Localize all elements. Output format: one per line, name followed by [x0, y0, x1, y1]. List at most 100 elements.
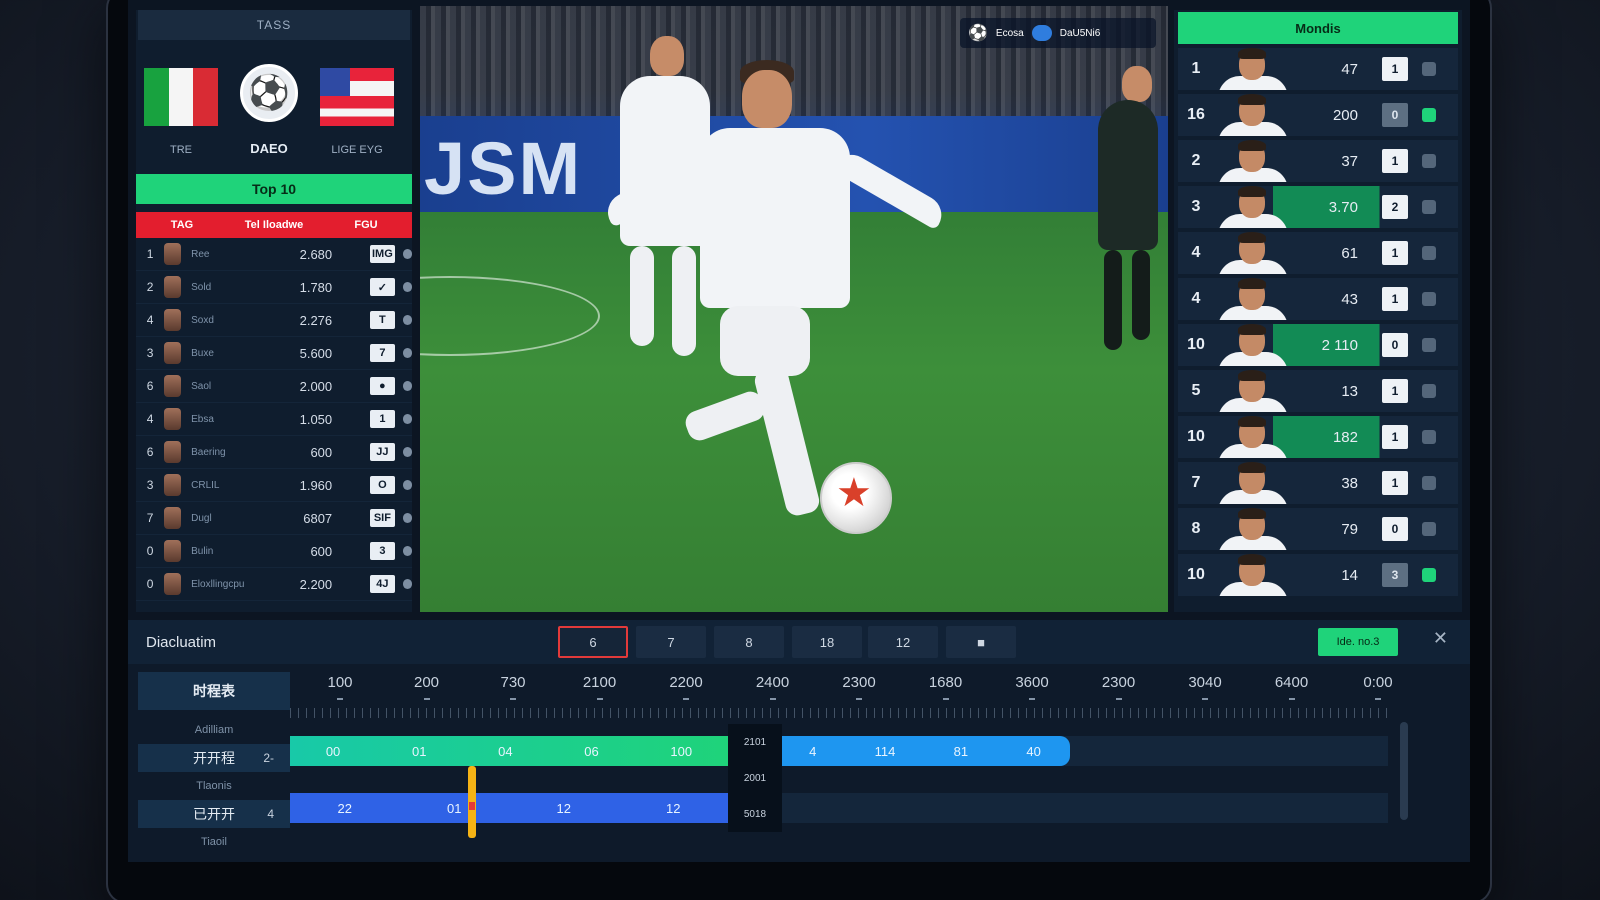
- track-lane[interactable]: 00 01 04 06 100 4 114 81 40: [290, 736, 1388, 766]
- col-header[interactable]: TAG: [136, 219, 228, 231]
- player-number: 7: [1191, 474, 1201, 491]
- player-badge[interactable]: 1: [1382, 57, 1408, 81]
- close-icon[interactable]: ✕: [1433, 628, 1448, 649]
- player-row[interactable]: 5 13 1: [1178, 370, 1458, 412]
- track-lane[interactable]: 22 01 12 12: [290, 793, 1388, 823]
- player-row[interactable]: 10 2 110 0: [1178, 324, 1458, 366]
- segment-label: 01: [447, 800, 462, 816]
- row-name: Bulin: [191, 545, 214, 557]
- player-status-icon[interactable]: [1422, 522, 1436, 536]
- ruler-label: 3040: [1188, 674, 1222, 691]
- track-label: Adilliam: [194, 724, 234, 736]
- row-badge[interactable]: O: [370, 476, 395, 494]
- row-badge[interactable]: 1: [370, 410, 395, 428]
- player-row[interactable]: 10 182 1: [1178, 416, 1458, 458]
- row-badge[interactable]: ✓: [370, 278, 395, 296]
- match-video[interactable]: JSM ⚽ Ecosa DaU5: [420, 6, 1168, 612]
- timeline-action-button[interactable]: Ide. no.3: [1318, 628, 1398, 656]
- player-row[interactable]: 1 47 1: [1178, 48, 1458, 90]
- status-dot-icon: [402, 249, 412, 259]
- player-row[interactable]: 10 14 3: [1178, 554, 1458, 596]
- table-row[interactable]: 6 Baering 600 JJ: [136, 436, 412, 469]
- row-rank: 0: [146, 577, 154, 591]
- player-status-icon[interactable]: [1422, 154, 1436, 168]
- top-10-button[interactable]: Top 10: [136, 174, 412, 204]
- right-panel-header[interactable]: Mondis: [1178, 12, 1458, 44]
- ruler-tick: [510, 698, 516, 700]
- player-status-icon[interactable]: [1422, 568, 1436, 582]
- tab-6[interactable]: 6: [558, 626, 628, 658]
- clip-segment-blue[interactable]: 4 114 81 40: [780, 736, 1070, 766]
- segment-label: 01: [411, 743, 427, 759]
- player-row[interactable]: 8 79 0: [1178, 508, 1458, 550]
- track-label-active[interactable]: 开开程 2-: [138, 744, 290, 772]
- player-badge[interactable]: 1: [1382, 287, 1408, 311]
- table-row[interactable]: 6 Saol 2.000 ●: [136, 370, 412, 403]
- player-badge[interactable]: 1: [1382, 149, 1408, 173]
- player-photo: [1214, 416, 1292, 458]
- player-badge[interactable]: 1: [1382, 241, 1408, 265]
- player-value: 38: [1341, 474, 1358, 492]
- row-badge[interactable]: JJ: [370, 443, 395, 461]
- tab-8[interactable]: 8: [714, 626, 784, 658]
- player-status-icon[interactable]: [1422, 338, 1436, 352]
- hud-right-label: DaU5Ni6: [1059, 27, 1101, 39]
- player-status-icon[interactable]: [1422, 384, 1436, 398]
- tab-18[interactable]: 18: [792, 626, 862, 658]
- row-badge[interactable]: IMG: [370, 245, 395, 263]
- player-badge[interactable]: 1: [1382, 471, 1408, 495]
- row-badge[interactable]: T: [370, 311, 395, 329]
- tab-stop[interactable]: ■: [946, 626, 1016, 658]
- left-panel: TASS ⚽ TRE DAEO LIGE EYG Top 10 TAG Tel …: [136, 10, 412, 612]
- player-row[interactable]: 4 43 1: [1178, 278, 1458, 320]
- player-status-icon[interactable]: [1422, 200, 1436, 214]
- col-header[interactable]: FGU: [320, 219, 412, 231]
- player-status-icon[interactable]: [1422, 430, 1436, 444]
- tab-12[interactable]: 12: [868, 626, 938, 658]
- segment-label: 81: [953, 743, 969, 759]
- row-badge[interactable]: 7: [370, 344, 395, 362]
- segment-label: 114: [874, 743, 896, 759]
- player-row[interactable]: 4 61 1: [1178, 232, 1458, 274]
- player-status-icon[interactable]: [1422, 292, 1436, 306]
- tab-7[interactable]: 7: [636, 626, 706, 658]
- table-row[interactable]: 1 Ree 2.680 IMG: [136, 238, 412, 271]
- player-status-icon[interactable]: [1422, 62, 1436, 76]
- player-badge[interactable]: 3: [1382, 563, 1408, 587]
- track-label-text: 已开开: [193, 806, 235, 822]
- player-row[interactable]: 7 38 1: [1178, 462, 1458, 504]
- player-badge[interactable]: 2: [1382, 195, 1408, 219]
- timeline-scrollbar[interactable]: [1400, 722, 1408, 820]
- player-status-icon[interactable]: [1422, 246, 1436, 260]
- player-status-icon[interactable]: [1422, 108, 1436, 122]
- row-badge[interactable]: SIF: [370, 509, 395, 527]
- table-row[interactable]: 3 Buxe 5.600 7: [136, 337, 412, 370]
- player-badge[interactable]: 0: [1382, 333, 1408, 357]
- col-header[interactable]: Tel Iloadwe: [228, 219, 320, 231]
- table-row[interactable]: 3 CRLIL 1.960 O: [136, 469, 412, 502]
- clip-segment-indigo[interactable]: 22 01 12 12: [290, 793, 728, 823]
- player-row[interactable]: 3 3.70 2: [1178, 186, 1458, 228]
- row-badge[interactable]: ●: [370, 377, 395, 395]
- player-status-icon[interactable]: [1422, 476, 1436, 490]
- table-row[interactable]: 2 Sold 1.780 ✓: [136, 271, 412, 304]
- table-row[interactable]: 4 Ebsa 1.050 1: [136, 403, 412, 436]
- table-row[interactable]: 4 Soxd 2.276 T: [136, 304, 412, 337]
- player-badge[interactable]: 0: [1382, 103, 1408, 127]
- playhead-handle[interactable]: [468, 766, 476, 838]
- popup-value: 2001: [743, 772, 767, 784]
- player-row[interactable]: 2 37 1: [1178, 140, 1458, 182]
- table-row[interactable]: 7 Dugl 6807 SIF: [136, 502, 412, 535]
- player-badge[interactable]: 1: [1382, 425, 1408, 449]
- player-badge[interactable]: 0: [1382, 517, 1408, 541]
- player-badge[interactable]: 1: [1382, 379, 1408, 403]
- row-badge[interactable]: 3: [370, 542, 395, 560]
- table-row[interactable]: 0 Eloxllingcpu 2.200 4J: [136, 568, 412, 601]
- row-badge[interactable]: 4J: [370, 575, 395, 593]
- track-label-active[interactable]: 已开开 4: [138, 800, 290, 828]
- player-row[interactable]: 16 200 0: [1178, 94, 1458, 136]
- clip-segment-green[interactable]: 00 01 04 06 100: [290, 736, 728, 766]
- table-row[interactable]: 0 Bulin 600 3: [136, 535, 412, 568]
- time-ruler[interactable]: 100 200 730 2100 2200 2400 2300 1680 3600 2300 304…: [290, 664, 1393, 718]
- row-rank: 2: [146, 280, 154, 294]
